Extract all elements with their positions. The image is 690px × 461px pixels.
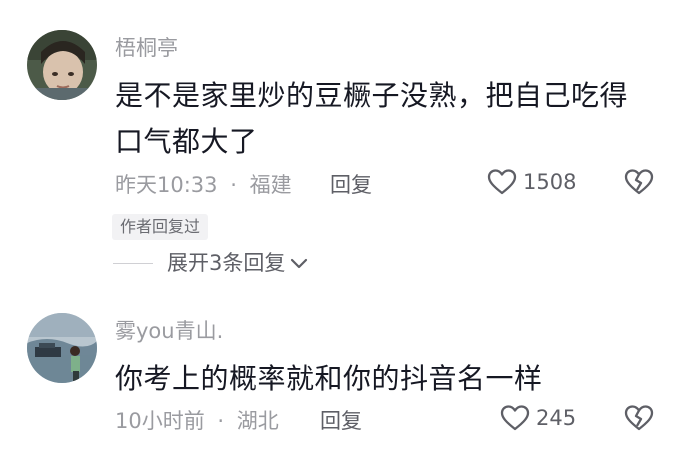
- comment-text-line: 是不是家里炒的豆橛子没熟，把自己吃得: [115, 79, 629, 112]
- expand-replies-label: 展开3条回复: [167, 251, 286, 275]
- expand-divider: [113, 263, 153, 264]
- like-button[interactable]: 1508: [487, 168, 576, 196]
- comment-username[interactable]: 雾you青山.: [115, 321, 223, 342]
- avatar[interactable]: [27, 30, 97, 100]
- chevron-down-icon: [291, 258, 308, 268]
- reply-button[interactable]: 回复: [320, 411, 362, 432]
- broken-heart-icon: [624, 405, 654, 431]
- avatar-image: [27, 30, 97, 100]
- meta-separator: ·: [217, 409, 225, 433]
- like-count: 1508: [523, 169, 577, 194]
- comment-time: 10小时前: [115, 409, 205, 433]
- comment-time: 昨天10:33: [115, 173, 218, 197]
- comment-location: 湖北: [236, 409, 279, 433]
- like-count: 245: [536, 405, 577, 430]
- dislike-button[interactable]: [624, 168, 654, 200]
- broken-heart-icon: [624, 169, 654, 195]
- meta-separator: ·: [230, 173, 237, 197]
- author-replied-badge: 作者回复过: [112, 214, 209, 240]
- avatar-image: [27, 313, 97, 383]
- dislike-button[interactable]: [624, 404, 654, 436]
- avatar[interactable]: [27, 313, 97, 383]
- comment-text-line: 你考上的概率就和你的抖音名一样: [115, 362, 543, 395]
- heart-outline-icon: [487, 169, 517, 195]
- comment-username[interactable]: 梧桐亭: [115, 38, 178, 59]
- expand-replies-button[interactable]: 展开3条回复: [113, 253, 309, 274]
- comment-meta: 10小时前 · 湖北: [115, 411, 279, 432]
- comment-text-line: 口气都大了: [115, 125, 258, 158]
- like-button[interactable]: 245: [500, 404, 576, 432]
- comment-location: 福建: [249, 173, 292, 197]
- comment-item: 雾you青山. 你考上的概率就和你的抖音名一样 10小时前 · 湖北 回复 24…: [0, 290, 690, 461]
- comment-meta: 昨天10:33 · 福建: [115, 175, 292, 196]
- reply-button[interactable]: 回复: [330, 175, 372, 196]
- heart-outline-icon: [500, 405, 530, 431]
- comment-item: 梧桐亭 是不是家里炒的豆橛子没熟，把自己吃得 口气都大了 昨天10:33 · 福…: [0, 0, 690, 290]
